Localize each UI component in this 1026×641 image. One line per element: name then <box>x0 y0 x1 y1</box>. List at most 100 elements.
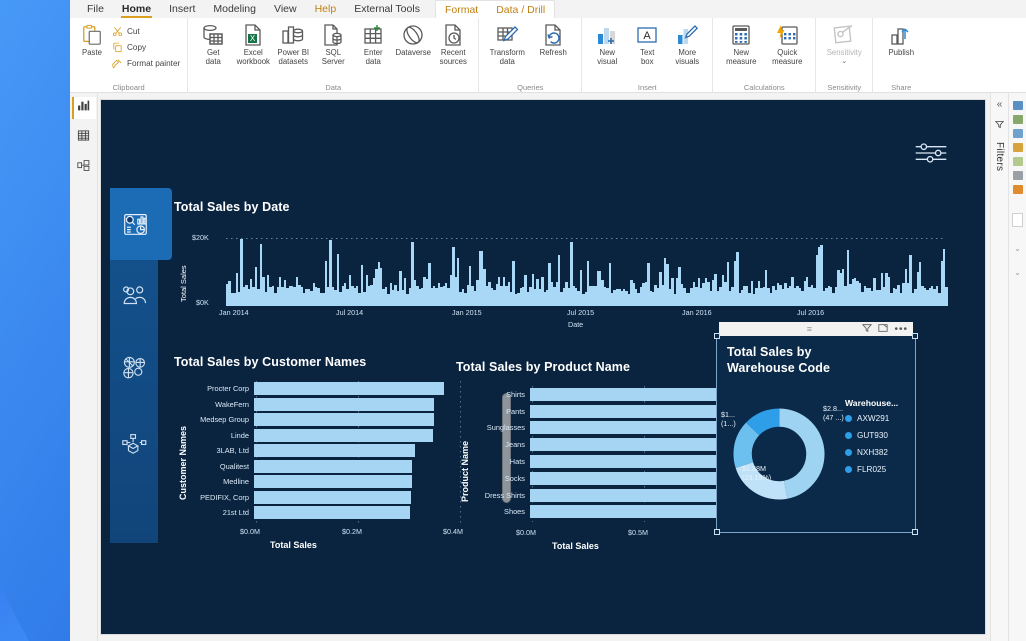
ribbon-tab-format[interactable]: Format <box>436 1 487 19</box>
copy-button[interactable]: Copy <box>109 40 182 54</box>
ribbon-tab-file[interactable]: File <box>78 0 113 18</box>
bar-fill[interactable] <box>254 475 412 489</box>
paste-button[interactable]: Paste <box>75 21 109 57</box>
ribbon-tab-insert[interactable]: Insert <box>160 0 204 18</box>
bar-fill[interactable] <box>254 382 445 396</box>
visual-total-sales-by-warehouse-code[interactable]: ≡ ••• Total Sales by Warehouse Code $1..… <box>714 322 918 535</box>
chevrons-left-icon[interactable]: « <box>997 99 1003 110</box>
bar-fill[interactable] <box>254 413 434 427</box>
viz-clustered-column-icon[interactable] <box>1012 129 1023 138</box>
bar-row[interactable]: WakeFern <box>192 397 470 413</box>
ribbon-tab-view[interactable]: View <box>265 0 306 18</box>
donut-chart[interactable] <box>731 406 827 502</box>
bar-row[interactable]: Jeans <box>474 436 742 453</box>
bar-fill[interactable] <box>254 490 412 504</box>
viz-stacked-bar-icon[interactable] <box>1012 101 1023 110</box>
bar-row[interactable]: Medline <box>192 474 470 490</box>
sidebar-item-model-view[interactable] <box>72 157 96 179</box>
ribbon-tab-modeling[interactable]: Modeling <box>204 0 265 18</box>
bar-row[interactable]: Shoes <box>474 504 742 521</box>
sidebar-item-report-view[interactable] <box>71 97 96 119</box>
ribbon-tab-home[interactable]: Home <box>113 0 160 18</box>
refresh-button[interactable]: Refresh <box>530 21 576 57</box>
report-canvas[interactable]: Total Sales by Date Total Sales $20K $0K… <box>100 99 986 635</box>
bar-fill[interactable] <box>254 428 433 442</box>
supply-chain-icon[interactable] <box>118 427 152 461</box>
bar-row[interactable]: Medsep Group <box>192 412 470 428</box>
publish-button[interactable]: Publish <box>878 21 924 57</box>
bar-row[interactable]: Procter Corp <box>192 381 470 397</box>
products-icon[interactable] <box>118 351 152 385</box>
ribbon-tab-external-tools[interactable]: External Tools <box>345 0 429 18</box>
customers-icon[interactable] <box>118 279 152 313</box>
drag-handle-icon[interactable]: ≡ <box>807 324 812 334</box>
bar-fill[interactable] <box>530 505 731 519</box>
new-visual-button[interactable]: New visual <box>587 21 627 66</box>
ribbon-tab-data-drill[interactable]: Data / Drill <box>487 1 554 19</box>
bar-row[interactable]: Qualitest <box>192 459 470 475</box>
bar-fill[interactable] <box>254 459 413 473</box>
bar-fill[interactable] <box>530 488 719 502</box>
bar-row[interactable]: Socks <box>474 470 742 487</box>
more-options-icon[interactable]: ••• <box>894 324 908 335</box>
bar-row[interactable]: Linde <box>192 428 470 444</box>
bar-fill[interactable] <box>254 506 410 520</box>
sliders-icon[interactable] <box>909 138 953 168</box>
resize-handle-se[interactable] <box>912 529 918 535</box>
resize-handle-nw[interactable] <box>714 333 720 339</box>
chevron-down-icon-1[interactable]: ⌄ <box>1014 244 1021 253</box>
visualizations-pane-clipped[interactable]: ⌄ ⌄ <box>1008 93 1026 641</box>
filters-pane-collapsed[interactable]: « Filters <box>990 93 1008 641</box>
ribbon-tab-help[interactable]: Help <box>306 0 346 18</box>
legend-item[interactable]: AXW291 <box>845 410 915 427</box>
legend-item[interactable]: NXH382 <box>845 444 915 461</box>
visual-total-sales-by-date[interactable]: Total Sales by Date Total Sales $20K $0K… <box>174 200 964 340</box>
transform-data-button[interactable]: Transform data <box>484 21 530 66</box>
bar-row[interactable]: 21st Ltd <box>192 505 470 521</box>
bar-fill[interactable] <box>530 387 734 401</box>
bar-row[interactable]: 3LAB, Ltd <box>192 443 470 459</box>
bar-row[interactable]: Dress Shirts <box>474 487 742 504</box>
get-data-button[interactable]: Get data <box>193 21 233 66</box>
resize-handle-ne[interactable] <box>912 333 918 339</box>
bar-row[interactable]: PEDIFIX, Corp <box>192 490 470 506</box>
bar-fill[interactable] <box>530 455 719 469</box>
powerbi-datasets-button[interactable]: Power BI datasets <box>273 21 313 66</box>
enter-data-button[interactable]: Enter data <box>353 21 393 66</box>
bar-row[interactable]: Sunglasses <box>474 420 742 437</box>
viz-fields-well[interactable] <box>1012 213 1023 227</box>
dashboard-icon[interactable] <box>118 207 152 241</box>
bar-fill[interactable] <box>530 471 734 485</box>
funnel-icon[interactable] <box>994 116 1005 134</box>
sidebar-item-data-view[interactable] <box>72 127 96 149</box>
bar-fill[interactable] <box>254 444 416 458</box>
sql-server-button[interactable]: SQL Server <box>313 21 353 66</box>
bar-fill[interactable] <box>530 404 740 418</box>
chevron-down-icon-2[interactable]: ⌄ <box>1014 268 1021 277</box>
bar-row[interactable]: Hats <box>474 453 742 470</box>
focus-mode-icon[interactable] <box>878 323 889 335</box>
legend-item[interactable]: FLR025 <box>845 461 915 478</box>
bar-row[interactable]: Pants <box>474 403 742 420</box>
viz-line-icon[interactable] <box>1012 115 1023 124</box>
viz-card-icon[interactable] <box>1012 185 1023 194</box>
sensitivity-button[interactable]: Sensitivity ⌄ <box>821 21 867 66</box>
bar-row[interactable]: Shirts <box>474 386 742 403</box>
format-painter-button[interactable]: Format painter <box>109 56 182 70</box>
resize-handle-sw[interactable] <box>714 529 720 535</box>
viz-map-icon[interactable] <box>1012 157 1023 166</box>
recent-sources-button[interactable]: Recent sources <box>433 21 473 66</box>
text-box-button[interactable]: A Text box <box>627 21 667 66</box>
viz-table-icon[interactable] <box>1012 171 1023 180</box>
bar-fill[interactable] <box>530 421 731 435</box>
quick-measure-button[interactable]: Quick measure <box>764 21 810 66</box>
new-measure-button[interactable]: New measure <box>718 21 764 66</box>
cut-button[interactable]: Cut <box>109 24 182 38</box>
dataverse-button[interactable]: Dataverse <box>393 21 433 57</box>
bar-fill[interactable] <box>530 438 718 452</box>
excel-workbook-button[interactable]: X Excel workbook <box>233 21 273 66</box>
filter-icon[interactable] <box>862 323 873 335</box>
viz-pie-icon[interactable] <box>1012 143 1023 152</box>
more-visuals-button[interactable]: More visuals <box>667 21 707 66</box>
legend-item[interactable]: GUT930 <box>845 427 915 444</box>
